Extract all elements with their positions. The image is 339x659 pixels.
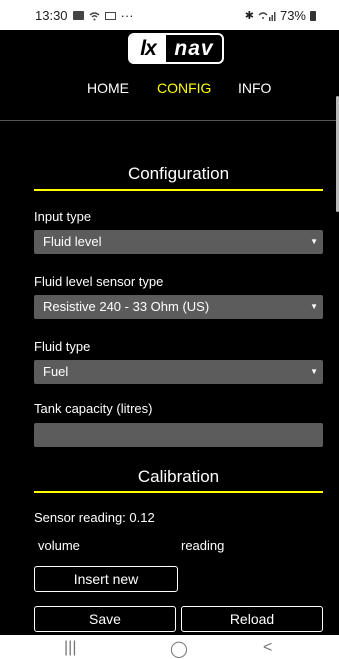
recents-icon[interactable]: ||| — [64, 639, 76, 657]
tank-capacity-input[interactable] — [34, 423, 323, 447]
status-bar: 13:30 ··· ✱ 73% — [0, 0, 339, 30]
logo-lx: lx — [130, 35, 166, 62]
mail-icon — [104, 11, 116, 20]
nav-divider — [0, 120, 339, 121]
dropdown-caret-icon: ▼ — [310, 302, 318, 311]
fluid-type-value: Fuel — [43, 364, 69, 379]
fluid-type-select[interactable]: Fuel ▼ — [34, 360, 323, 384]
dropdown-caret-icon: ▼ — [310, 367, 318, 376]
column-volume: volume — [38, 538, 80, 553]
lxnav-logo: lx nav — [128, 33, 224, 64]
status-time: 13:30 — [35, 8, 68, 23]
top-nav: HOME CONFIG INFO — [0, 80, 339, 100]
nav-home[interactable]: HOME — [87, 80, 129, 96]
save-button[interactable]: Save — [34, 606, 176, 632]
calibration-title: Calibration — [137, 467, 220, 486]
back-icon[interactable]: < — [263, 639, 272, 657]
bluetooth-icon: ✱ — [244, 10, 254, 22]
input-type-select[interactable]: Fluid level ▼ — [34, 230, 323, 254]
battery-icon — [310, 10, 316, 21]
sensor-reading: Sensor reading: 0.12 — [34, 510, 155, 525]
wifi-signal-icon — [258, 11, 276, 21]
insert-new-button[interactable]: Insert new — [34, 566, 178, 592]
calibration-underline — [34, 491, 323, 493]
battery-percent: 73% — [279, 8, 306, 23]
input-type-label: Input type — [34, 209, 92, 224]
nav-info[interactable]: INFO — [238, 80, 271, 96]
configuration-underline — [34, 189, 323, 191]
logo-nav: nav — [174, 36, 214, 60]
input-type-value: Fluid level — [43, 234, 102, 249]
dropdown-caret-icon: ▼ — [310, 237, 318, 246]
tank-capacity-label: Tank capacity (litres) — [34, 401, 153, 416]
sensor-type-select[interactable]: Resistive 240 - 33 Ohm (US) ▼ — [34, 295, 323, 319]
more-notifications: ··· — [120, 8, 134, 23]
android-nav-bar: ||| ◯ < — [0, 635, 339, 659]
image-icon — [72, 11, 84, 20]
sensor-type-label: Fluid level sensor type — [34, 274, 164, 289]
home-icon[interactable]: ◯ — [170, 639, 188, 659]
wifi-icon — [89, 11, 100, 21]
column-reading: reading — [181, 538, 225, 553]
nav-config[interactable]: CONFIG — [157, 80, 211, 96]
configuration-title: Configuration — [127, 164, 230, 183]
fluid-type-label: Fluid type — [34, 339, 91, 354]
sensor-type-value: Resistive 240 - 33 Ohm (US) — [43, 299, 210, 314]
reload-button[interactable]: Reload — [181, 606, 323, 632]
